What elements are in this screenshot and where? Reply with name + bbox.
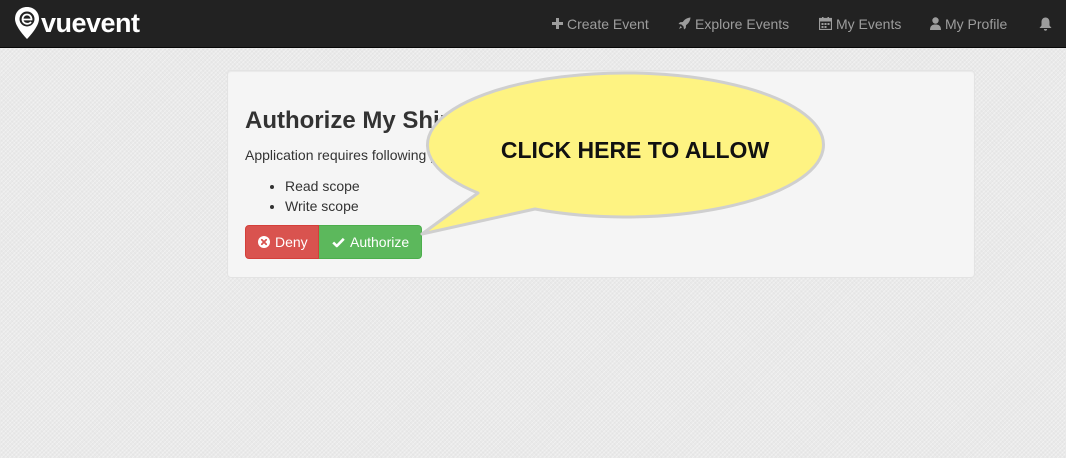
nav-label: Explore Events	[695, 15, 790, 32]
brand-name: vuevent	[41, 8, 140, 38]
rocket-icon	[678, 17, 691, 30]
nav-label: Create Event	[567, 15, 649, 32]
nav-explore-events[interactable]: Explore Events	[678, 0, 789, 47]
deny-button[interactable]: Deny	[245, 225, 319, 259]
authorize-button[interactable]: Authorize	[319, 225, 422, 259]
top-navbar: vuevent Create Event Explore Events My E…	[0, 0, 1066, 48]
nav-my-profile[interactable]: My Profile	[930, 0, 1007, 47]
page-title: Authorize My Shinv	[245, 107, 468, 134]
brand-logo[interactable]: vuevent	[14, 6, 140, 40]
scope-list: Read scope Write scope	[245, 176, 360, 216]
permissions-description: Application requires following p	[245, 147, 438, 163]
check-icon	[332, 237, 345, 247]
nav-label: My Profile	[945, 15, 1008, 32]
authorize-panel: Authorize My Shinv Application requires …	[227, 70, 975, 278]
logo-pin-icon	[15, 7, 39, 39]
nav-create-event[interactable]: Create Event	[552, 0, 649, 47]
calendar-icon	[819, 17, 832, 30]
times-circle-icon	[258, 236, 270, 248]
scope-item: Write scope	[285, 196, 360, 216]
bell-icon	[1039, 17, 1052, 31]
callout-text: CLICK HERE TO ALLOW	[500, 137, 770, 163]
plus-icon	[552, 18, 563, 29]
scope-item: Read scope	[285, 176, 360, 196]
decision-buttons: Deny Authorize	[245, 225, 422, 259]
nav-my-events[interactable]: My Events	[819, 0, 901, 47]
user-icon	[930, 17, 941, 30]
authorize-label: Authorize	[350, 234, 410, 250]
notifications-button[interactable]	[1039, 0, 1056, 47]
deny-label: Deny	[275, 234, 308, 250]
nav-label: My Events	[836, 15, 902, 32]
